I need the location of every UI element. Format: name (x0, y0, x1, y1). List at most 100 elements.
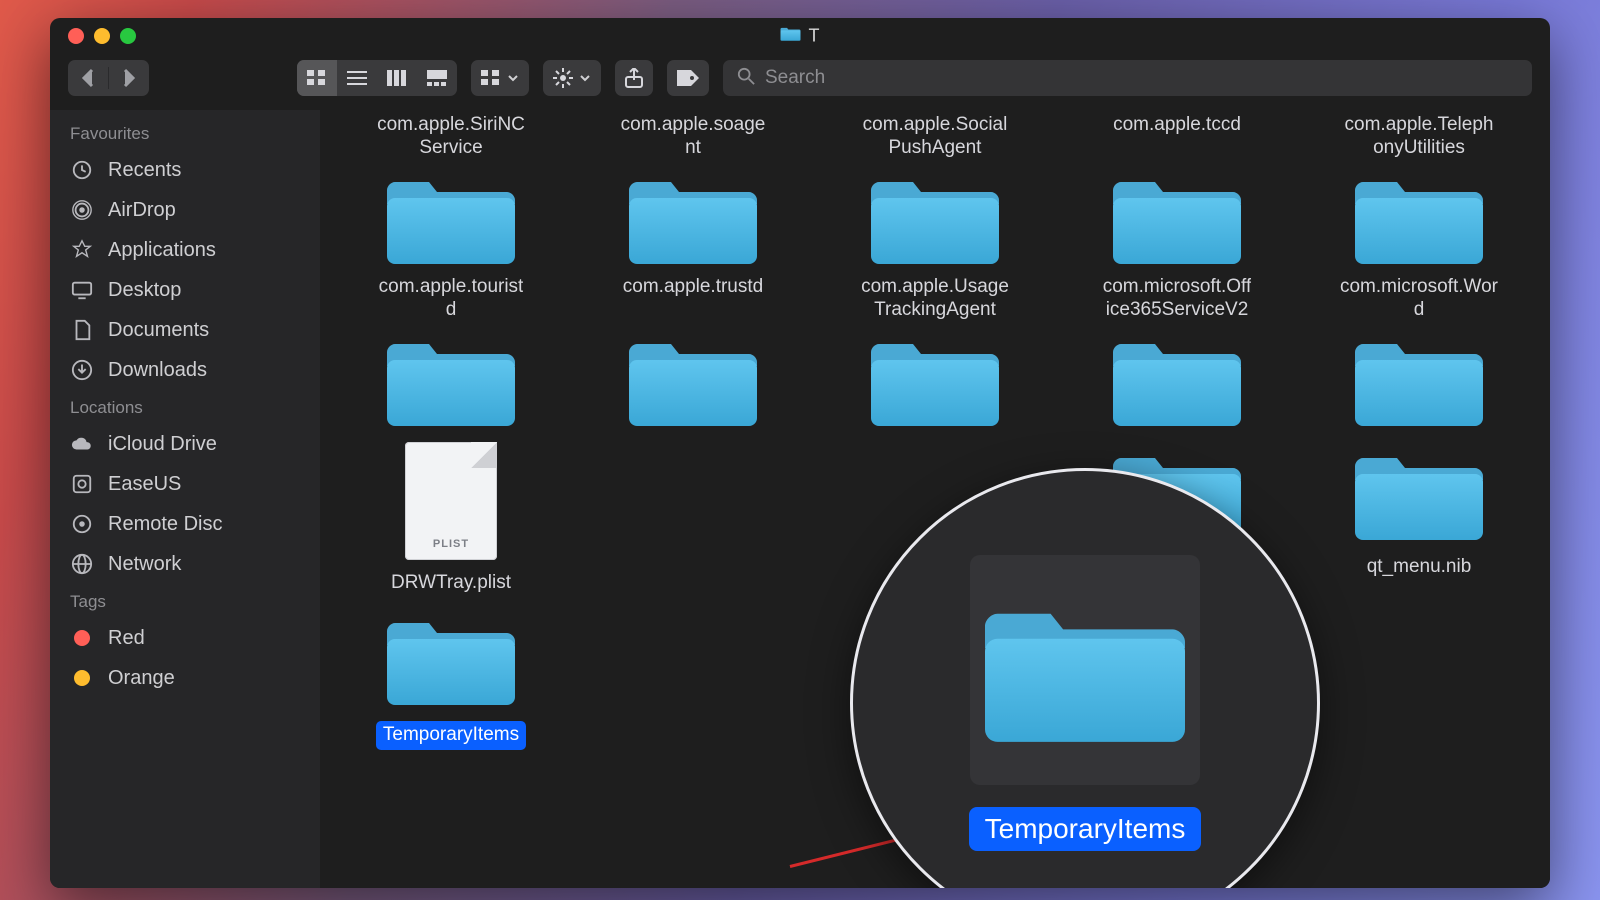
sidebar-item-documents[interactable]: Documents (50, 310, 320, 350)
file-item[interactable]: com.apple.Teleph onyUtilities (1302, 114, 1536, 268)
toolbar (50, 54, 1550, 110)
folder-icon (629, 168, 757, 268)
maximize-button[interactable] (120, 28, 136, 44)
desktop-icon (70, 278, 94, 302)
sidebar-item-desktop[interactable]: Desktop (50, 270, 320, 310)
action-button[interactable] (543, 60, 601, 96)
content-area: com.apple.SiriNC Service com.apple.soage… (320, 110, 1550, 888)
file-label: TemporaryItems (376, 721, 526, 750)
sidebar-item-remote-disc[interactable]: Remote Disc (50, 504, 320, 544)
close-button[interactable] (68, 28, 84, 44)
file-label: com.apple.tccd (1113, 114, 1241, 162)
search-icon (737, 67, 755, 90)
apps-icon (70, 238, 94, 262)
folder-icon (781, 24, 801, 49)
file-label: com.microsoft.Wor d (1340, 276, 1498, 324)
share-control[interactable] (615, 60, 653, 96)
file-label: com.apple.trustd (623, 276, 763, 324)
folder-icon (871, 330, 999, 430)
file-item[interactable]: com.microsoft.Wor d (1302, 276, 1536, 430)
search-field[interactable] (723, 60, 1532, 96)
disk-icon (70, 472, 94, 496)
folder-icon (1113, 168, 1241, 268)
file-item[interactable]: qt_menu.nib (1302, 438, 1536, 595)
sidebar-item-label: EaseUS (108, 473, 181, 496)
file-item[interactable]: com.apple.tccd (1060, 114, 1294, 268)
gallery-view-button[interactable] (417, 60, 457, 96)
file-item-hidden (576, 438, 810, 595)
file-label: com.microsoft.Off ice365ServiceV2 (1103, 276, 1252, 324)
sidebar-item-label: Remote Disc (108, 513, 222, 536)
airdrop-icon (70, 198, 94, 222)
file-label: com.apple.tourist d (379, 276, 524, 324)
sidebar-item-label: Desktop (108, 279, 181, 302)
sidebar-item-label: Recents (108, 159, 181, 182)
sidebar-tag-red[interactable]: Red (50, 618, 320, 658)
folder-icon (1355, 444, 1483, 544)
file-label: com.apple.Usage TrackingAgent (861, 276, 1009, 324)
file-item[interactable]: com.apple.SiriNC Service (334, 114, 568, 268)
sidebar-item-label: Red (108, 627, 145, 650)
sidebar-item-applications[interactable]: Applications (50, 230, 320, 270)
sidebar-section-title: Tags (50, 584, 320, 618)
sidebar-item-icloud[interactable]: iCloud Drive (50, 424, 320, 464)
zoom-folder-icon (970, 555, 1200, 785)
action-menu[interactable] (543, 60, 601, 96)
sidebar-tag-orange[interactable]: Orange (50, 658, 320, 698)
back-button[interactable] (68, 60, 108, 96)
file-label: com.apple.soage nt (621, 114, 766, 162)
zoom-label: TemporaryItems (969, 807, 1202, 851)
folder-icon (629, 330, 757, 430)
sidebar-item-label: Downloads (108, 359, 207, 382)
folder-icon (1355, 330, 1483, 430)
column-view-button[interactable] (377, 60, 417, 96)
file-item[interactable]: com.apple.tourist d (334, 276, 568, 430)
file-label: com.apple.SiriNC Service (377, 114, 525, 162)
sidebar-item-label: iCloud Drive (108, 433, 217, 456)
sidebar-section-title: Favourites (50, 116, 320, 150)
file-item[interactable]: com.microsoft.Off ice365ServiceV2 (1060, 276, 1294, 430)
file-item-selected[interactable]: TemporaryItems (334, 603, 568, 750)
cloud-icon (70, 432, 94, 456)
search-input[interactable] (765, 67, 1518, 89)
folder-icon (1113, 330, 1241, 430)
folder-icon (1355, 168, 1483, 268)
window-title: T (781, 24, 820, 49)
file-item[interactable]: com.apple.Social PushAgent (818, 114, 1052, 268)
list-view-button[interactable] (337, 60, 377, 96)
sidebar-item-label: Network (108, 553, 181, 576)
sidebar-item-recents[interactable]: Recents (50, 150, 320, 190)
tag-control[interactable] (667, 60, 709, 96)
folder-icon (387, 168, 515, 268)
clock-icon (70, 158, 94, 182)
sidebar-item-airdrop[interactable]: AirDrop (50, 190, 320, 230)
plist-file-icon: PLIST (405, 442, 497, 560)
remote-disc-icon (70, 512, 94, 536)
minimize-button[interactable] (94, 28, 110, 44)
group-by-button[interactable] (471, 60, 529, 96)
file-label: com.apple.Teleph onyUtilities (1345, 114, 1494, 162)
sidebar-item-label: Applications (108, 239, 216, 262)
file-label: com.apple.Social PushAgent (863, 114, 1008, 162)
sidebar-item-label: AirDrop (108, 199, 176, 222)
sidebar-item-downloads[interactable]: Downloads (50, 350, 320, 390)
sidebar-item-label: Documents (108, 319, 209, 342)
folder-icon (387, 609, 515, 709)
tag-button[interactable] (667, 60, 709, 96)
group-by-control[interactable] (471, 60, 529, 96)
file-item[interactable]: com.apple.soage nt (576, 114, 810, 268)
icon-view-button[interactable] (297, 60, 337, 96)
folder-icon (871, 168, 999, 268)
forward-button[interactable] (109, 60, 149, 96)
file-item[interactable]: com.apple.Usage TrackingAgent (818, 276, 1052, 430)
sidebar-item-easeus[interactable]: EaseUS (50, 464, 320, 504)
folder-icon (387, 330, 515, 430)
file-item[interactable]: PLIST DRWTray.plist (334, 438, 568, 595)
sidebar: Favourites Recents AirDrop Applications … (50, 110, 320, 888)
file-item[interactable]: com.apple.trustd (576, 276, 810, 430)
tag-dot-icon (70, 666, 94, 690)
sidebar-item-network[interactable]: Network (50, 544, 320, 584)
nav-controls (68, 60, 149, 96)
share-button[interactable] (615, 60, 653, 96)
file-label: DRWTray.plist (391, 572, 511, 595)
